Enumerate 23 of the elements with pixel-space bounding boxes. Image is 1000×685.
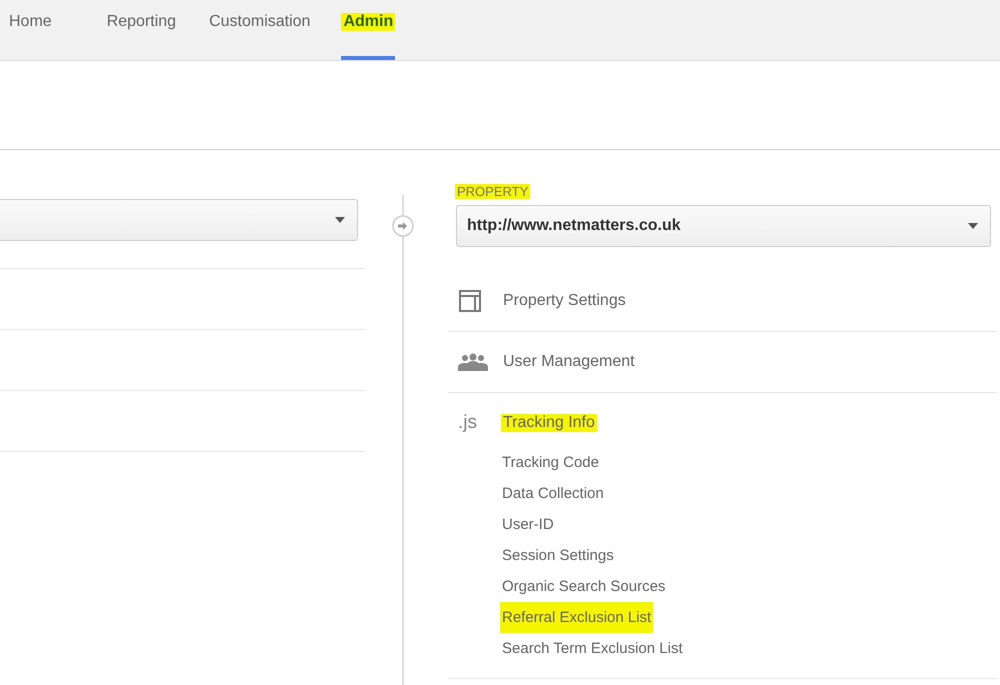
arrow-circle-icon: [392, 215, 414, 237]
submenu-link[interactable]: Referral Exclusion List: [500, 602, 654, 633]
submenu-link[interactable]: User-ID: [500, 509, 556, 540]
property-dropdown[interactable]: http://www.netmatters.co.uk: [456, 205, 991, 247]
nav-tab[interactable]: Customisation: [207, 0, 312, 60]
submenu-link[interactable]: Session Settings: [500, 540, 616, 571]
nav-tab[interactable]: Reporting: [104, 0, 178, 60]
menu-item[interactable]: User Management: [501, 353, 637, 371]
submenu-link[interactable]: Tracking Code: [500, 447, 601, 478]
account-dropdown[interactable]: [0, 199, 358, 241]
menu-item[interactable]: Property Settings: [501, 292, 628, 310]
menu-item[interactable]: Tracking Info: [501, 414, 597, 432]
submenu-link[interactable]: Search Term Exclusion List: [500, 633, 685, 664]
submenu-link[interactable]: Data Collection: [500, 478, 606, 509]
submenu-link[interactable]: Organic Search Sources: [500, 571, 668, 602]
caret-icon: [335, 217, 345, 223]
nav-tab[interactable]: Admin: [341, 0, 396, 60]
layout-icon: [458, 289, 482, 313]
nav-tab[interactable]: Home: [7, 0, 54, 60]
caret-icon: [968, 223, 978, 229]
people-icon: [458, 353, 488, 371]
property-label: PROPERTY: [455, 184, 530, 199]
js-icon: .js: [458, 412, 477, 434]
